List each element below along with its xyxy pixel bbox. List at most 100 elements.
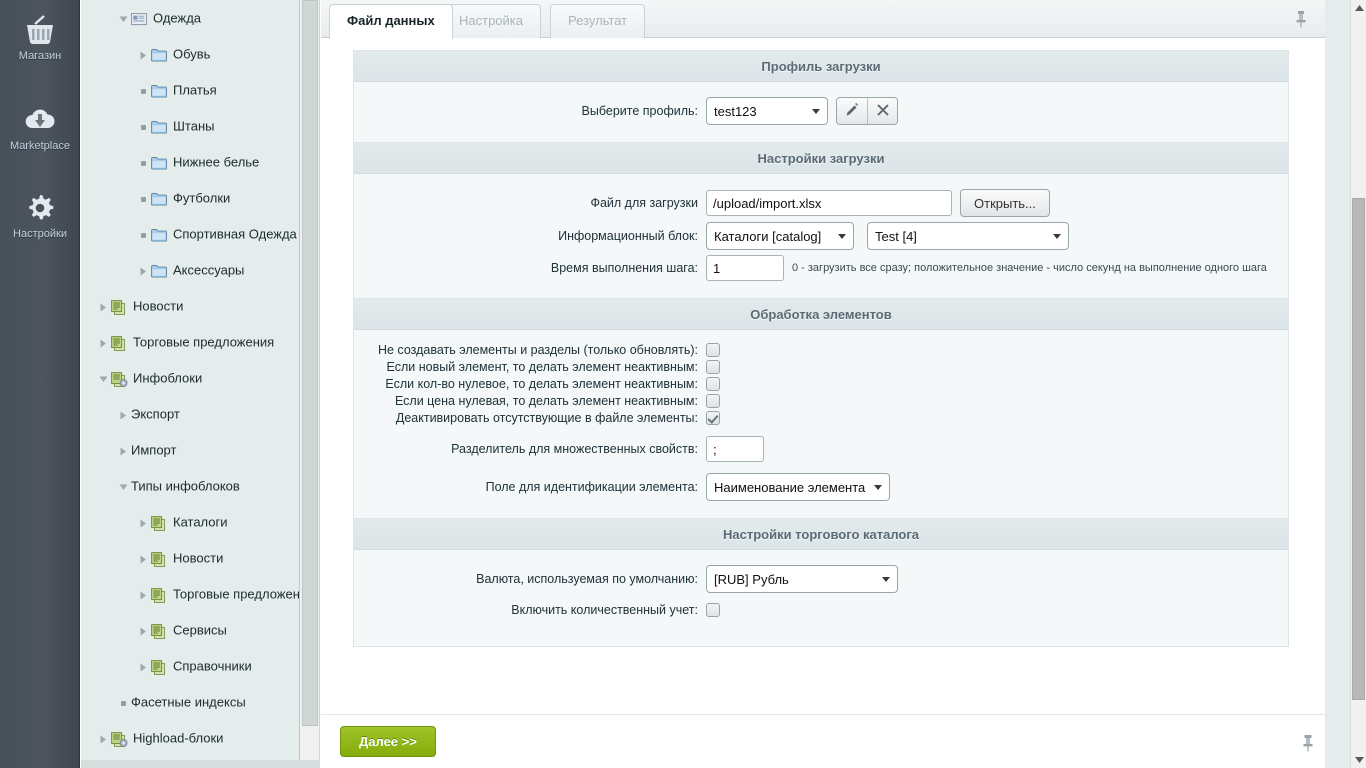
field-row-element-option: Не создавать элементы и разделы (только … (354, 343, 1288, 357)
rail-item-settings[interactable]: Настройки (0, 190, 80, 240)
tree-item[interactable]: Новости (81, 288, 299, 324)
chevron-right-icon[interactable] (135, 253, 151, 288)
scroll-up-arrow-icon[interactable] (1351, 0, 1366, 16)
profile-select[interactable]: test123 (706, 97, 828, 125)
right-gutter (1325, 0, 1350, 768)
scroll-down-arrow-icon[interactable] (1351, 752, 1366, 768)
tree-item[interactable]: Экспорт (81, 396, 299, 432)
chevron-right-icon[interactable] (135, 649, 151, 684)
section-header-elements: Обработка элементов (354, 298, 1288, 330)
tree-item[interactable]: Справочники (81, 648, 299, 684)
chevron-right-icon[interactable] (95, 289, 111, 324)
iblock-select[interactable]: Test [4] (867, 222, 1069, 250)
profile-select-label: Выберите профиль: (354, 104, 706, 118)
tree-item[interactable]: Футболки (81, 180, 299, 216)
tree-item-label: Спортивная Одежда (173, 227, 297, 242)
chevron-right-icon[interactable] (95, 721, 111, 756)
id-field-label: Поле для идентификации элемента: (354, 480, 706, 494)
rail-item-marketplace[interactable]: Marketplace (0, 102, 80, 152)
step-time-input[interactable] (706, 255, 784, 281)
field-row-quantity: Включить количественный учет: (354, 603, 1288, 617)
chevron-down-icon[interactable] (115, 469, 131, 504)
tree-item-label: Инфоблоки (133, 371, 202, 386)
tree-item[interactable]: Типы инфоблоков (81, 468, 299, 504)
tree-scrollbar-track[interactable] (300, 0, 320, 768)
tree-item-label: Справочники (173, 659, 252, 674)
pages-icon (111, 289, 133, 324)
page-scrollbar-thumb[interactable] (1352, 198, 1365, 700)
tree-item[interactable]: Новости (81, 540, 299, 576)
tree-item[interactable]: Сервисы (81, 612, 299, 648)
separator-input[interactable] (706, 436, 764, 462)
element-option-checkbox[interactable] (706, 394, 720, 408)
cloud-download-icon (0, 102, 80, 138)
id-field-select[interactable]: Наименование элемента (706, 473, 890, 501)
tree-item[interactable]: Highload-блоки (81, 720, 299, 756)
tree-item[interactable]: Одежда (81, 0, 299, 36)
element-option-checkbox[interactable] (706, 360, 720, 374)
chevron-right-icon[interactable] (115, 433, 131, 468)
tree-item-label: Одежда (153, 11, 201, 26)
tree-item[interactable]: Спортивная Одежда (81, 216, 299, 252)
element-option-checkbox[interactable] (706, 343, 720, 357)
folder-icon (151, 73, 173, 108)
chevron-right-icon[interactable] (95, 325, 111, 360)
tree-item[interactable]: Торговые предложения (81, 576, 299, 612)
chevron-down-icon[interactable] (115, 1, 131, 36)
rail-item-shop[interactable]: Магазин (0, 12, 80, 62)
tree-item[interactable]: Каталоги (81, 504, 299, 540)
tree-item[interactable]: Платья (81, 72, 299, 108)
chevron-down-icon[interactable] (95, 361, 111, 396)
tree-item[interactable]: Аксессуары (81, 252, 299, 288)
chevron-right-icon[interactable] (135, 541, 151, 576)
pin-icon[interactable] (1301, 734, 1315, 755)
tree-item[interactable]: Инфоблоки (81, 360, 299, 396)
tab-file-data[interactable]: Файл данных (329, 4, 453, 39)
tree-item[interactable]: Торговые предложения (81, 324, 299, 360)
tree-bullet-icon (135, 109, 151, 144)
field-row-element-option: Деактивировать отсутствующие в файле эле… (354, 411, 1288, 425)
chevron-right-icon[interactable] (135, 577, 151, 612)
profile-select-wrapper: test123 (706, 97, 828, 125)
element-option-label: Не создавать элементы и разделы (только … (354, 343, 706, 357)
profile-edit-button[interactable] (837, 98, 867, 124)
folder-icon (151, 109, 173, 144)
tab-settings[interactable]: Настройка (441, 4, 541, 38)
tree-item-label: Импорт (131, 443, 176, 458)
tree-item[interactable]: Импорт (81, 432, 299, 468)
close-x-icon (876, 103, 890, 120)
profile-delete-button[interactable] (867, 98, 897, 124)
tree-item-label: Нижнее белье (173, 155, 259, 170)
iblock-type-select[interactable]: Каталоги [catalog] (706, 222, 854, 250)
field-row-element-option: Если кол-во нулевое, то делать элемент н… (354, 377, 1288, 391)
upload-file-input[interactable] (706, 190, 952, 216)
tree-item-label: Штаны (173, 119, 214, 134)
next-button[interactable]: Далее >> (340, 726, 436, 757)
page-scrollbar[interactable] (1350, 0, 1366, 768)
quantity-label: Включить количественный учет: (354, 603, 706, 617)
section-body-catalog: Валюта, используемая по умолчанию: [RUB]… (354, 550, 1288, 646)
iblock-type-select-wrapper: Каталоги [catalog] (706, 222, 854, 250)
shop-basket-icon (0, 12, 80, 48)
quantity-checkbox[interactable] (706, 603, 720, 617)
tree-item[interactable]: Нижнее белье (81, 144, 299, 180)
chevron-right-icon[interactable] (135, 37, 151, 72)
browse-file-button[interactable]: Открыть... (960, 189, 1050, 217)
element-option-label: Если цена нулевая, то делать элемент неа… (354, 394, 706, 408)
currency-select[interactable]: [RUB] Рубль (706, 565, 898, 593)
section-body-upload: Файл для загрузки Открыть... Информацион… (354, 174, 1288, 298)
tree-item[interactable]: Фасетные индексы (81, 684, 299, 720)
element-option-checkbox[interactable] (706, 377, 720, 391)
chevron-right-icon[interactable] (135, 613, 151, 648)
pin-icon[interactable] (1294, 10, 1308, 31)
rail-item-marketplace-label: Marketplace (0, 140, 80, 152)
chevron-right-icon[interactable] (115, 397, 131, 432)
tree-scrollbar-thumb[interactable] (302, 0, 318, 726)
tree-item[interactable]: Обувь (81, 36, 299, 72)
pages-icon (151, 577, 173, 612)
chevron-right-icon[interactable] (135, 505, 151, 540)
tree-item[interactable]: Штаны (81, 108, 299, 144)
element-option-checkbox[interactable] (706, 411, 720, 425)
tab-bar: Файл данных Настройка Результат (321, 0, 1350, 38)
tab-result[interactable]: Результат (550, 4, 645, 38)
